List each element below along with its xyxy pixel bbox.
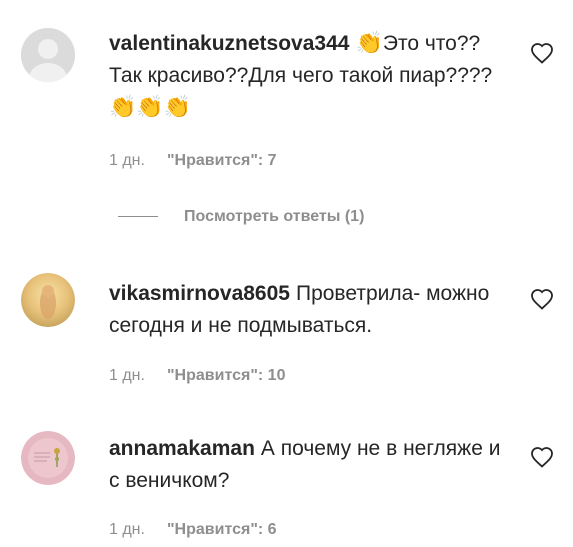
view-replies-label: Посмотреть ответы (1) [184,208,365,225]
comment-time: 1 дн. [109,367,145,384]
heart-icon[interactable] [530,446,554,468]
heart-icon[interactable] [530,42,554,64]
comment-meta: 1 дн. "Нравится": 10 [109,367,285,385]
view-replies-button[interactable]: Посмотреть ответы (1) [118,208,364,226]
comment-item: vikasmirnova8605 Проветрила- можно сегодн… [0,270,573,400]
comment-text: annamakaman А почему не в негляже и с вен… [109,433,509,497]
comment-item: annamakaman А почему не в негляже и с вен… [0,430,573,547]
comment-text: vikasmirnova8605 Проветрила- можно сегодн… [109,278,509,342]
comment-text: valentinakuznetsova344 👏Это что?? Так кра… [109,28,509,124]
comment-username[interactable]: valentinakuznetsova344 [109,32,349,55]
avatar[interactable] [21,28,75,82]
clapping-hands-icon: 👏 [355,30,383,55]
comment-item: valentinakuznetsova344 👏Это что?? Так кра… [0,0,573,240]
heart-icon[interactable] [530,288,554,310]
comment-time: 1 дн. [109,152,145,169]
likes-count[interactable]: "Нравится": 6 [167,521,277,539]
avatar[interactable] [21,273,75,327]
likes-count[interactable]: "Нравится": 10 [167,367,286,385]
comment-meta: 1 дн. "Нравится": 7 [109,152,277,170]
clapping-hands-icon: 👏👏👏 [109,94,192,119]
comment-meta: 1 дн. "Нравится": 6 [109,521,277,539]
default-avatar-icon [21,28,75,82]
comment-time: 1 дн. [109,521,145,538]
replies-divider [118,216,158,218]
profile-photo-icon [21,431,75,485]
profile-photo-icon [21,273,75,327]
comment-username[interactable]: annamakaman [109,437,255,460]
comment-username[interactable]: vikasmirnova8605 [109,282,290,305]
likes-count[interactable]: "Нравится": 7 [167,152,277,170]
avatar[interactable] [21,431,75,485]
